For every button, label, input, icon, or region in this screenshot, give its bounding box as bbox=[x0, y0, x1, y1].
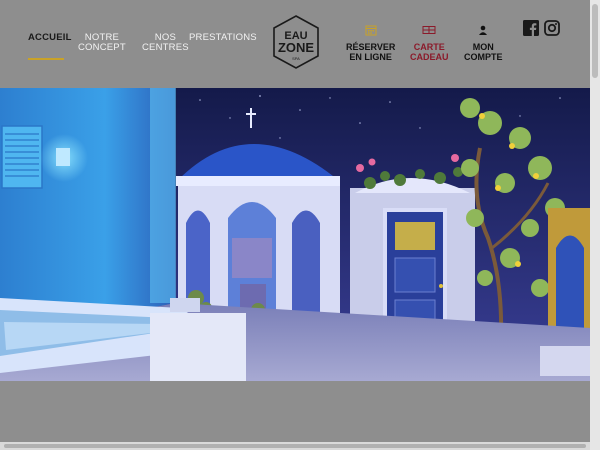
logo-text-spa: SPA bbox=[292, 56, 300, 61]
user-icon bbox=[479, 25, 488, 35]
gift-card-label: CARTE bbox=[413, 42, 445, 52]
gift-card-label: CADEAU bbox=[410, 52, 449, 62]
gift-card-icon bbox=[422, 26, 436, 34]
my-account-label: COMPTE bbox=[464, 52, 503, 62]
horizontal-scrollbar[interactable] bbox=[0, 442, 590, 450]
instagram-icon[interactable] bbox=[544, 20, 560, 36]
logo-text-zone: ZONE bbox=[278, 40, 314, 55]
nav-item-prestations[interactable]: PRESTATIONS bbox=[189, 33, 257, 43]
calendar-icon bbox=[365, 25, 377, 36]
nav-item-label: PRESTATIONS bbox=[189, 32, 257, 43]
vertical-scrollbar[interactable] bbox=[590, 0, 600, 450]
nav-item-nos-centres[interactable]: NOS CENTRES bbox=[142, 33, 189, 53]
hero-image-spa-interior bbox=[0, 88, 590, 381]
my-account-button[interactable]: MON COMPTE bbox=[464, 24, 503, 62]
site-header: ACCUEIL NOTRE CONCEPT NOS CENTRES PRESTA… bbox=[0, 0, 590, 88]
book-online-label: RÉSERVER bbox=[346, 42, 396, 52]
facebook-icon[interactable] bbox=[523, 20, 539, 36]
nav-item-notre-concept[interactable]: NOTRE CONCEPT bbox=[78, 33, 126, 53]
book-online-button[interactable]: RÉSERVER EN LIGNE bbox=[346, 24, 395, 62]
vertical-scrollbar-thumb[interactable] bbox=[592, 4, 598, 78]
horizontal-scrollbar-thumb[interactable] bbox=[4, 444, 586, 448]
gift-card-button[interactable]: CARTE CADEAU bbox=[410, 24, 449, 62]
nav-item-accueil[interactable]: ACCUEIL bbox=[28, 33, 72, 43]
spa-scene-illustration bbox=[0, 88, 590, 381]
nav-item-label: CONCEPT bbox=[78, 42, 126, 53]
active-nav-underline bbox=[28, 58, 64, 60]
eau-zone-logo[interactable]: EAU ZONE SPA bbox=[270, 14, 322, 72]
nav-item-label: ACCUEIL bbox=[28, 32, 72, 43]
my-account-label: MON bbox=[472, 42, 494, 52]
book-online-label: EN LIGNE bbox=[349, 52, 392, 62]
nav-item-label: CENTRES bbox=[142, 42, 189, 53]
